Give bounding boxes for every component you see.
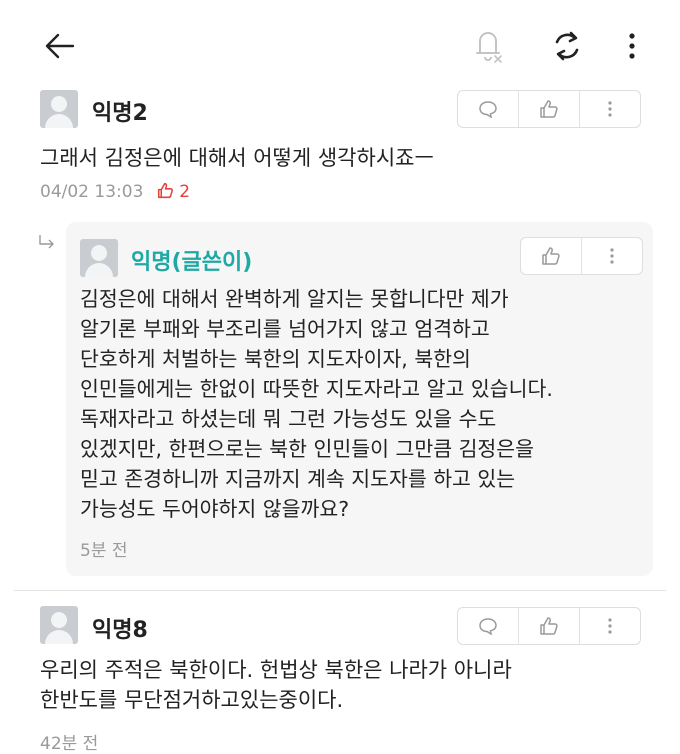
bell-off-icon [476,32,502,63]
comment-more-button[interactable] [579,608,640,644]
divider [14,590,666,591]
kebab-menu-icon [608,101,612,117]
kebab-menu-icon [610,248,614,264]
comment-author: 익명8 [92,618,148,643]
comment-actions [520,237,643,275]
comment-more-button[interactable] [579,91,640,127]
reply-comment: 익명(글쓴이) 김정은에 대해서 완벽하게 알지는 못합니다만 제가 알기론 부… [66,222,653,576]
arrow-left-icon [45,33,75,59]
more-options-button[interactable] [620,28,644,64]
thumbs-up-icon [540,617,558,635]
notification-toggle-button[interactable] [468,24,508,66]
thumbs-up-icon [542,247,560,265]
comment-text: 그래서 김정은에 대해서 어떻게 생각하시죠ㅡ [40,146,434,170]
avatar [80,239,118,277]
speech-bubble-icon [479,101,497,118]
comment-text: 우리의 주적은 북한이다. 헌법상 북한은 나라가 아니라 한반도를 무단점거하… [40,658,512,712]
like-count: 2 [157,182,190,202]
comment-actions [457,607,641,645]
refresh-icon [555,31,579,61]
comment-actions [457,90,641,128]
comment-author: 익명2 [92,101,148,126]
refresh-button[interactable] [547,26,587,66]
comment-date: 42분 전 [40,734,99,754]
top-bar [0,0,680,90]
thumbs-up-icon [157,182,173,199]
reply-button[interactable] [458,608,518,644]
like-button[interactable] [518,608,579,644]
comment-text: 김정은에 대해서 완벽하게 알지는 못합니다만 제가 알기론 부패와 부조리를 … [80,287,553,521]
reply-button[interactable] [458,91,518,127]
comment-more-button[interactable] [581,238,642,274]
reply-arrow-icon [39,235,54,249]
kebab-menu-icon [608,618,612,634]
speech-bubble-icon [479,618,497,635]
comment-author: 익명(글쓴이) [131,250,253,275]
comment-date: 04/02 13:03 [40,182,144,202]
like-button[interactable] [521,238,581,274]
thumbs-up-icon [540,100,558,118]
back-button[interactable] [40,28,80,64]
comment-meta: 04/02 13:03 2 [40,182,190,202]
like-count-value: 2 [179,182,191,202]
comment-date: 5분 전 [80,541,128,561]
avatar [40,90,78,128]
avatar [40,606,78,644]
like-button[interactable] [518,91,579,127]
kebab-menu-icon [629,33,635,59]
